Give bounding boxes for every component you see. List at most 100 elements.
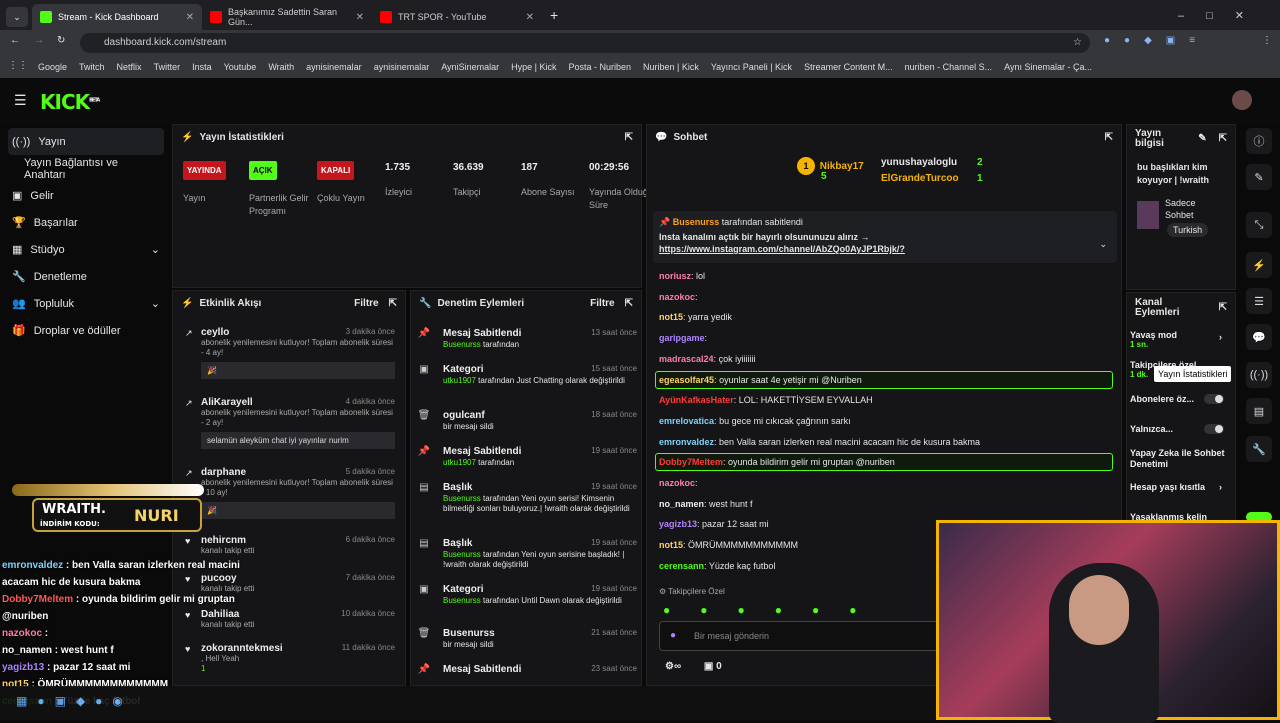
mod-action[interactable]: ▤ Başlık Busenurss tarafından Yeni oyun se… bbox=[417, 481, 637, 514]
bookmark-item[interactable]: Insta bbox=[192, 62, 212, 72]
bookmark-item[interactable]: Streamer Content M... bbox=[804, 62, 893, 72]
chat-username[interactable]: cerensann bbox=[659, 561, 704, 571]
info-icon[interactable]: ⓘ bbox=[1246, 128, 1272, 154]
popout-icon[interactable]: ⇱ bbox=[1105, 132, 1113, 143]
bookmark-item[interactable]: aynisinemalar bbox=[306, 62, 362, 72]
chat-message[interactable]: no_namen: west hunt f bbox=[659, 499, 753, 509]
chat-message[interactable]: AyünKafkasHater: LOL: HAKETTİYSEM EYVALL… bbox=[659, 395, 873, 405]
star-icon[interactable]: ☆ bbox=[1073, 33, 1082, 53]
event-user[interactable]: ceyllo bbox=[201, 327, 229, 338]
hamburger-icon[interactable]: ☰ bbox=[14, 92, 27, 109]
tab-trt-spor[interactable]: TRT SPOR - YouTube ✕ bbox=[372, 4, 542, 30]
new-tab-icon[interactable]: + bbox=[550, 7, 558, 23]
chat-username[interactable]: AyünKafkasHater bbox=[659, 395, 734, 405]
pencil-icon[interactable]: ✎ bbox=[1246, 164, 1272, 190]
mod-action[interactable]: 📌 Mesaj Sabitlendi 23 saat önce bbox=[417, 663, 637, 676]
action-user[interactable]: utku1907 bbox=[443, 458, 476, 467]
popout-icon[interactable]: ⇱ bbox=[389, 298, 397, 309]
chat-message[interactable]: cerensann: Yüzde kaç futbol bbox=[659, 561, 775, 571]
activity-event[interactable]: AliKarayell 4 dakika önce abonelik yenilem… bbox=[185, 397, 395, 449]
toggle[interactable] bbox=[1204, 394, 1224, 404]
activity-event[interactable]: nehircnm 6 dakika önce kanalı takip etti ♥ bbox=[185, 535, 395, 556]
category-name[interactable]: Sadece Sohbet bbox=[1165, 197, 1225, 221]
chat-username[interactable]: madrascal24 bbox=[659, 354, 714, 364]
chat-username[interactable]: garipgame bbox=[659, 333, 705, 343]
infinity-icon[interactable]: ⚙∞ bbox=[665, 661, 681, 672]
mod-action[interactable]: 📌 Mesaj Sabitlendi Busenurss tarafından 13 … bbox=[417, 327, 637, 350]
chat-username[interactable]: emrelovatica bbox=[659, 416, 714, 426]
chat-username[interactable]: nazokoc bbox=[659, 292, 695, 302]
action-user[interactable]: Busenurss bbox=[443, 550, 481, 559]
resize-icon[interactable]: ⤡ bbox=[1246, 212, 1272, 238]
broadcast-icon[interactable]: ((·)) bbox=[1246, 362, 1272, 388]
emote-only-row[interactable]: Yalnızca... bbox=[1130, 424, 1230, 434]
mod-action[interactable]: ▤ Başlık Busenurss tarafından Yeni oyun se… bbox=[417, 537, 637, 570]
mic-icon[interactable]: ● bbox=[670, 630, 676, 641]
action-user[interactable]: Busenurss bbox=[443, 340, 481, 349]
activity-event[interactable]: darphane 5 dakika önce abonelik yenilemesi… bbox=[185, 467, 395, 519]
mod-action[interactable]: 📌 Mesaj Sabitlendi utku1907 tarafından 19 s… bbox=[417, 445, 637, 468]
chat-message[interactable]: not15: yarra yedik bbox=[659, 312, 732, 322]
action-user[interactable]: utku1907 bbox=[443, 376, 476, 385]
top-chatter[interactable]: yunushayaloglu bbox=[881, 157, 1001, 168]
bookmark-item[interactable]: Twitter bbox=[154, 62, 181, 72]
language-tag[interactable]: Turkish bbox=[1167, 223, 1209, 237]
bookmark-item[interactable]: Aynı Sinemalar - Ça... bbox=[1004, 62, 1092, 72]
event-user[interactable]: darphane bbox=[201, 467, 246, 478]
toggle[interactable] bbox=[1204, 424, 1224, 434]
bookmark-item[interactable]: AyniSinemalar bbox=[441, 62, 499, 72]
pinned-message[interactable]: 📌 Busenurss tarafından sabitlendi Insta … bbox=[653, 211, 1117, 263]
chat-message[interactable]: not15: ÖMRÜMMMMMMMMMMM bbox=[659, 540, 798, 550]
back-icon[interactable]: ← bbox=[10, 35, 20, 46]
close-icon[interactable]: ✕ bbox=[186, 12, 194, 23]
bookmark-item[interactable]: Posta - Nuriben bbox=[568, 62, 631, 72]
bookmark-item[interactable]: Netflix bbox=[117, 62, 142, 72]
activity-event[interactable]: ceyllo 3 dakika önce abonelik yenilemesini… bbox=[185, 327, 395, 379]
filter-button[interactable]: Filtre bbox=[590, 298, 614, 309]
mod-action[interactable]: 🗑 Busenurss bir mesajı sildi 21 saat önce bbox=[417, 627, 637, 650]
chevron-down-icon[interactable]: ⌄ bbox=[1099, 239, 1107, 250]
chat-message[interactable]: Dobby7Meltem: oyunda bildirim gelir mi g… bbox=[659, 457, 895, 467]
tab-search-icon[interactable]: ⌄ bbox=[6, 7, 28, 27]
activity-event[interactable]: zokoranntekmesi 11 dakika önce , Hell Yeah… bbox=[185, 643, 395, 673]
sidebar-item-yayin[interactable]: ((·)) Yayın bbox=[8, 128, 164, 155]
points-icon[interactable]: ▣ bbox=[704, 661, 713, 672]
activity-event[interactable]: Dahiliaa 10 dakika önce kanalı takip etti ♥ bbox=[185, 609, 395, 630]
window-controls[interactable]: –□✕ bbox=[1178, 9, 1266, 22]
apps-icon[interactable]: ⋮⋮ bbox=[8, 60, 28, 71]
bookmark-item[interactable]: Youtube bbox=[224, 62, 257, 72]
action-user[interactable]: Busenurss bbox=[443, 596, 481, 605]
filter-button[interactable]: Filtre bbox=[354, 298, 378, 309]
taskbar-icons[interactable]: ▦●▣◆●◉ bbox=[16, 694, 133, 708]
kick-logo[interactable]: KICKBETA bbox=[40, 90, 100, 114]
bolt-icon[interactable]: ⚡ bbox=[1246, 252, 1272, 278]
chat-message[interactable]: nazokoc: bbox=[659, 292, 698, 302]
sidebar-item-droplar[interactable]: 🎁 Droplar ve ödüller bbox=[0, 317, 172, 344]
account-age-row[interactable]: Hesap yaşı kısıtla › bbox=[1130, 482, 1230, 492]
action-user[interactable]: Busenurss bbox=[443, 494, 481, 503]
event-user[interactable]: zokoranntekmesi bbox=[201, 643, 283, 654]
card-icon[interactable]: ▤ bbox=[1246, 398, 1272, 424]
bookmark-item[interactable]: Wraith bbox=[268, 62, 294, 72]
mod-action[interactable]: 🗑 ogulcanf bir mesajı sildi 18 saat önce bbox=[417, 409, 637, 432]
url-field[interactable]: dashboard.kick.com/stream ☆ bbox=[80, 33, 1090, 53]
popout-icon[interactable]: ⇱ bbox=[625, 298, 633, 309]
chat-username[interactable]: not15 bbox=[659, 312, 683, 322]
event-user[interactable]: Dahiliaa bbox=[201, 609, 239, 620]
bookmark-item[interactable]: Hype | Kick bbox=[511, 62, 556, 72]
chat-message[interactable]: egeasolfar45: oyunlar saat 4e yetişir mi… bbox=[659, 375, 862, 385]
avatar[interactable] bbox=[1232, 90, 1252, 110]
chat-username[interactable]: noriusz bbox=[659, 271, 691, 281]
chat-username[interactable]: Dobby7Meltem bbox=[659, 457, 723, 467]
wrench-icon[interactable]: 🔧 bbox=[1246, 436, 1272, 462]
bookmark-item[interactable]: Nuriben | Kick bbox=[643, 62, 699, 72]
chat-message[interactable]: yagizb13: pazar 12 saat mi bbox=[659, 519, 769, 529]
subs-only-row[interactable]: Abonelere öz... bbox=[1130, 394, 1230, 404]
sidebar-item-gelir[interactable]: ▣ Gelir bbox=[0, 182, 172, 209]
bookmark-item[interactable]: Yayıncı Paneli | Kick bbox=[711, 62, 792, 72]
tab-youtube-saran[interactable]: Başkanımız Sadettin Saran Gün... ✕ bbox=[202, 4, 372, 30]
activity-event[interactable]: pucooy 7 dakika önce kanalı takip etti ♥ bbox=[185, 573, 395, 594]
close-icon[interactable]: ✕ bbox=[526, 12, 534, 23]
sidebar-item-basarilar[interactable]: 🏆 Başarılar bbox=[0, 209, 172, 236]
slow-mode-row[interactable]: Yavaş mod 1 sn. › bbox=[1130, 330, 1230, 349]
